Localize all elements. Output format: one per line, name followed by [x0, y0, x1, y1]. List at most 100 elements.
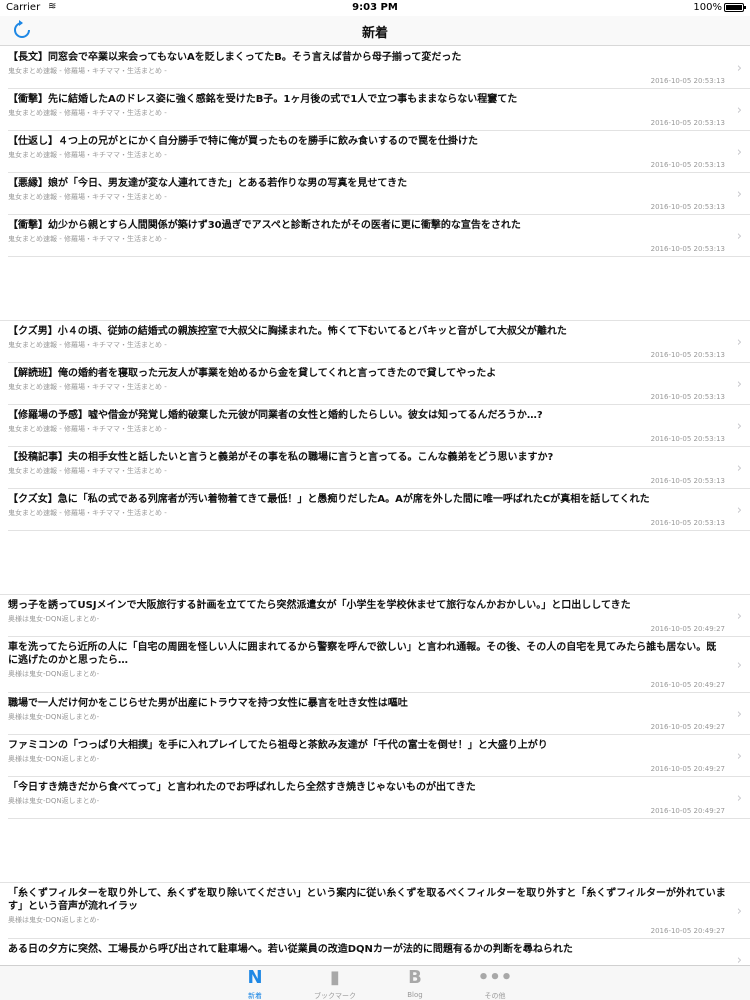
section-gap	[0, 819, 750, 883]
chevron-right-icon: ›	[736, 608, 742, 624]
article-title: 【投稿記事】夫の相手女性と話したいと言うと義弟がその事を私の職場に言うと言ってる…	[8, 452, 554, 463]
article-timestamp: 2016-10-05 20:49:27	[650, 723, 725, 731]
list-item[interactable]: 職場で一人だけ何かをこじらせた男が出産にトラウマを持つ女性に暴言を吐き女性は嘔吐…	[8, 693, 750, 735]
chevron-right-icon: ›	[736, 186, 742, 202]
article-timestamp: 2016-10-05 20:53:13	[650, 203, 725, 211]
article-title: 【長文】同窓会で卒業以来会ってもないAを貶しまくってたB。そう言えば昔から母子揃…	[8, 52, 462, 63]
article-timestamp: 2016-10-05 20:53:13	[650, 161, 725, 169]
article-timestamp: 2016-10-05 20:53:13	[650, 245, 725, 253]
chevron-right-icon: ›	[736, 334, 742, 350]
article-source: 鬼女まとめ速報 - 修羅場・キチママ・生活まとめ -	[8, 425, 167, 433]
article-source: 奥様は鬼女-DQN返しまとめ-	[8, 615, 100, 623]
article-title: 車を洗ってたら近所の人に「自宅の周囲を怪しい人に囲まれてるから警察を呼んで欲しい…	[8, 642, 717, 666]
tab-blog[interactable]: B Blog	[375, 967, 455, 1000]
article-title: 甥っ子を誘ってUSJメインで大阪旅行する計画を立ててたら突然派遣女が「小学生を学…	[8, 600, 631, 611]
list-item[interactable]: 【衝撃】先に結婚したAのドレス姿に強く感銘を受けたB子。1ヶ月後の式で1人で立つ…	[8, 89, 750, 131]
chevron-right-icon: ›	[736, 790, 742, 806]
more-icon: •••	[477, 967, 513, 988]
chevron-right-icon: ›	[736, 102, 742, 118]
list-item[interactable]: 「糸くずフィルターを取り外して、糸くずを取り除いてください」という案内に従い糸く…	[8, 883, 750, 939]
chevron-right-icon: ›	[736, 228, 742, 244]
list-item[interactable]: 【長文】同窓会で卒業以来会ってもないAを貶しまくってたB。そう言えば昔から母子揃…	[8, 47, 750, 89]
article-title: 【衝撃】先に結婚したAのドレス姿に強く感銘を受けたB子。1ヶ月後の式で1人で立つ…	[8, 94, 518, 105]
article-source: 鬼女まとめ速報 - 修羅場・キチママ・生活まとめ -	[8, 383, 167, 391]
navigation-bar: 新着	[0, 16, 750, 46]
tab-bar: N 新着 ▮ ブックマーク B Blog ••• その他	[0, 965, 750, 1000]
list-item[interactable]: ファミコンの「つっぱり大相撲」を手に入れプレイしてたら祖母と茶飲み友達が「千代の…	[8, 735, 750, 777]
tab-bookmark[interactable]: ▮ ブックマーク	[295, 968, 375, 1000]
list-item[interactable]: 甥っ子を誘ってUSJメインで大阪旅行する計画を立ててたら突然派遣女が「小学生を学…	[8, 595, 750, 637]
article-title: 【仕返し】４つ上の兄がとにかく自分勝手で特に俺が買ったものを勝手に飲み食いするの…	[8, 136, 478, 147]
article-timestamp: 2016-10-05 20:53:13	[650, 119, 725, 127]
tab-label: ブックマーク	[314, 992, 356, 1000]
chevron-right-icon: ›	[736, 60, 742, 76]
article-timestamp: 2016-10-05 20:53:13	[650, 393, 725, 401]
article-source: 奥様は鬼女-DQN返しまとめ-	[8, 755, 100, 763]
article-source: 奥様は鬼女-DQN返しまとめ-	[8, 713, 100, 721]
list-item[interactable]: 【修羅場の予感】嘘や借金が発覚し婚約破棄した元彼が同業者の女性と婚約したらしい。…	[8, 405, 750, 447]
bookmark-icon: ▮	[330, 967, 340, 988]
article-title: 【悪縁】娘が「今日、男友達が変な人連れてきた」とある若作りな男の写真を見せてきた	[8, 178, 408, 189]
chevron-right-icon: ›	[736, 903, 742, 919]
article-timestamp: 2016-10-05 20:49:27	[650, 765, 725, 773]
chevron-right-icon: ›	[736, 748, 742, 764]
status-bar: Carrier ≋ 9:03 PM 100%	[0, 0, 750, 16]
article-timestamp: 2016-10-05 20:49:27	[650, 807, 725, 815]
tab-label: その他	[484, 992, 506, 1000]
article-source: 鬼女まとめ速報 - 修羅場・キチママ・生活まとめ -	[8, 341, 167, 349]
list-item[interactable]: 【投稿記事】夫の相手女性と話したいと言うと義弟がその事を私の職場に言うと言ってる…	[8, 447, 750, 489]
article-title: 【修羅場の予感】嘘や借金が発覚し婚約破棄した元彼が同業者の女性と婚約したらしい。…	[8, 410, 543, 421]
blog-icon: B	[408, 967, 422, 988]
article-timestamp: 2016-10-05 20:49:27	[650, 681, 725, 689]
list-item[interactable]: 車を洗ってたら近所の人に「自宅の周囲を怪しい人に囲まれてるから警察を呼んで欲しい…	[8, 637, 750, 693]
article-title: 【クズ女】急に「私の式である列席者が汚い着物着てきて最低！」と愚痴りだしたA。A…	[8, 494, 650, 505]
list-item[interactable]: 【解読班】俺の婚約者を寝取った元友人が事業を始めるから金を貸してくれと言ってきた…	[8, 363, 750, 405]
article-timestamp: 2016-10-05 20:49:27	[650, 927, 725, 935]
article-title: 【衝撃】幼少から親とすら人間関係が築けず30過ぎでアスペと診断されたがその医者に…	[8, 220, 521, 231]
article-timestamp: 2016-10-05 20:53:13	[650, 435, 725, 443]
chevron-right-icon: ›	[736, 502, 742, 518]
tab-label: 新着	[248, 992, 262, 1000]
chevron-right-icon: ›	[736, 144, 742, 160]
article-timestamp: 2016-10-05 20:49:27	[650, 625, 725, 633]
article-source: 奥様は鬼女-DQN返しまとめ-	[8, 670, 100, 678]
chevron-right-icon: ›	[736, 418, 742, 434]
chevron-right-icon: ›	[736, 657, 742, 673]
new-icon: N	[247, 967, 263, 988]
article-source: 鬼女まとめ速報 - 修羅場・キチママ・生活まとめ -	[8, 151, 167, 159]
article-source: 鬼女まとめ速報 - 修羅場・キチママ・生活まとめ -	[8, 509, 167, 517]
list-item[interactable]: 「今日すき焼きだから食べてって」と言われたのでお呼ばれしたら全然すき焼きじゃない…	[8, 777, 750, 819]
chevron-right-icon: ›	[736, 376, 742, 392]
article-title: 「今日すき焼きだから食べてって」と言われたのでお呼ばれしたら全然すき焼きじゃない…	[8, 782, 476, 793]
article-timestamp: 2016-10-05 20:53:13	[650, 477, 725, 485]
tab-more[interactable]: ••• その他	[455, 968, 535, 1000]
article-source: 奥様は鬼女-DQN返しまとめ-	[8, 797, 100, 805]
page-title: 新着	[361, 26, 388, 41]
tab-label: Blog	[407, 991, 423, 999]
article-source: 鬼女まとめ速報 - 修羅場・キチママ・生活まとめ -	[8, 467, 167, 475]
article-title: 【クズ男】小４の頃、従姉の結婚式の親族控室で大叔父に胸揉まれた。怖くて下むいてる…	[8, 326, 567, 337]
clock: 9:03 PM	[352, 2, 398, 13]
list-item[interactable]: 【クズ女】急に「私の式である列席者が汚い着物着てきて最低！」と愚痴りだしたA。A…	[8, 489, 750, 531]
article-source: 奥様は鬼女-DQN返しまとめ-	[8, 916, 100, 924]
article-title: ファミコンの「つっぱり大相撲」を手に入れプレイしてたら祖母と茶飲み友達が「千代の…	[8, 740, 548, 751]
article-timestamp: 2016-10-05 20:53:13	[650, 351, 725, 359]
list-item[interactable]: 【仕返し】４つ上の兄がとにかく自分勝手で特に俺が買ったものを勝手に飲み食いするの…	[8, 131, 750, 173]
chevron-right-icon: ›	[736, 706, 742, 722]
battery-percent: 100%	[693, 2, 722, 13]
article-source: 鬼女まとめ速報 - 修羅場・キチママ・生活まとめ -	[8, 235, 167, 243]
article-title: 職場で一人だけ何かをこじらせた男が出産にトラウマを持つ女性に暴言を吐き女性は嘔吐	[8, 698, 408, 709]
battery-icon	[724, 3, 746, 12]
article-source: 鬼女まとめ速報 - 修羅場・キチママ・生活まとめ -	[8, 67, 167, 75]
section-gap	[0, 257, 750, 321]
list-item[interactable]: 【悪縁】娘が「今日、男友達が変な人連れてきた」とある若作りな男の写真を見せてきた…	[8, 173, 750, 215]
article-timestamp: 2016-10-05 20:53:13	[650, 519, 725, 527]
article-title: 【解読班】俺の婚約者を寝取った元友人が事業を始めるから金を貸してくれと言ってきた…	[8, 368, 497, 379]
chevron-right-icon: ›	[736, 460, 742, 476]
article-title: ある日の夕方に突然、工場長から呼び出されて駐車場へ。若い従業員の改造DQNカーが…	[8, 944, 573, 955]
list-item[interactable]: 【クズ男】小４の頃、従姉の結婚式の親族控室で大叔父に胸揉まれた。怖くて下むいてる…	[8, 321, 750, 363]
article-title: 「糸くずフィルターを取り外して、糸くずを取り除いてください」という案内に従い糸く…	[8, 888, 726, 912]
tab-new[interactable]: N 新着	[215, 968, 295, 1000]
article-source: 鬼女まとめ速報 - 修羅場・キチママ・生活まとめ -	[8, 109, 167, 117]
list-item[interactable]: 【衝撃】幼少から親とすら人間関係が築けず30過ぎでアスペと診断されたがその医者に…	[8, 215, 750, 257]
